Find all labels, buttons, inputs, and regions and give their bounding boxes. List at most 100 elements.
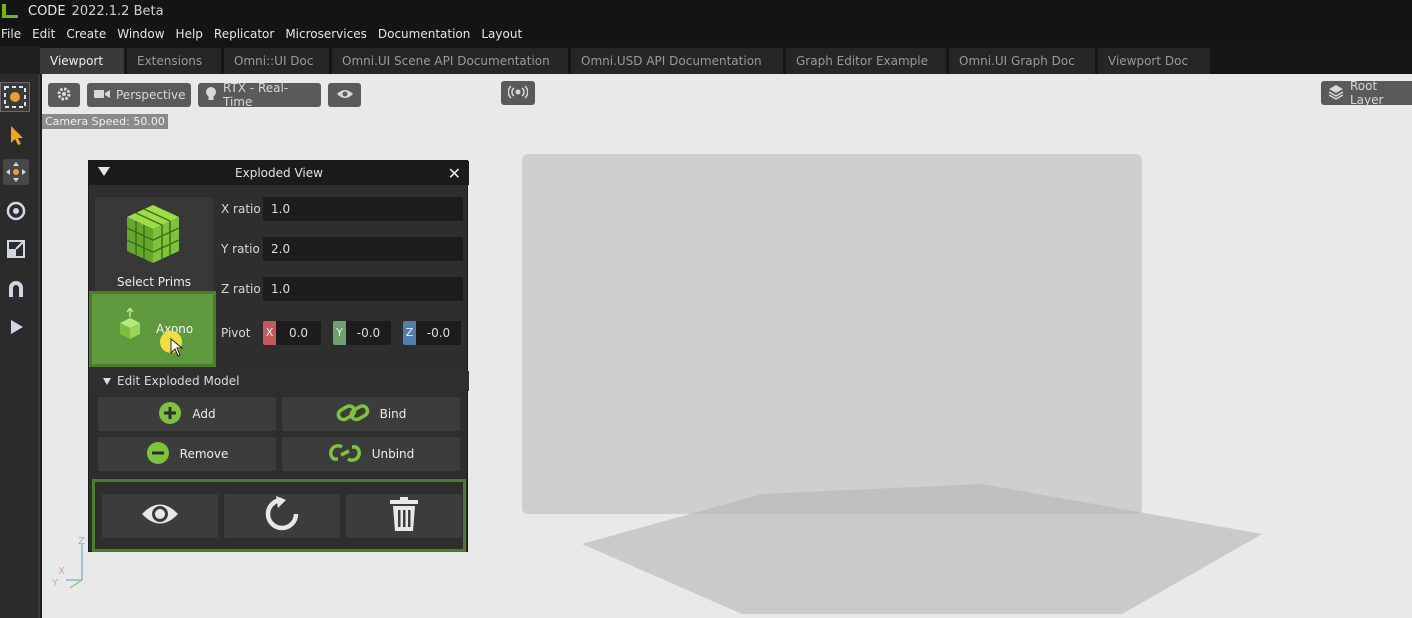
eye-icon	[336, 88, 354, 103]
reset-button[interactable]	[224, 494, 340, 538]
unbind-button[interactable]: Unbind	[282, 437, 460, 471]
axis-x-label: X	[58, 566, 65, 577]
app-version: 2022.1.2 Beta	[71, 3, 164, 19]
close-icon[interactable]: ✕	[448, 164, 461, 183]
menu-layout[interactable]: Layout	[481, 27, 522, 41]
pivot-x-field[interactable]: 0.0	[276, 321, 321, 345]
refresh-icon	[264, 496, 300, 536]
lightbulb-icon	[205, 86, 217, 105]
menu-microservices[interactable]: Microservices	[285, 27, 367, 41]
edit-exploded-model-header[interactable]: Edit Exploded Model	[89, 371, 469, 391]
pivot-x-tag: X	[263, 321, 276, 345]
perspective-camera-button[interactable]: Perspective	[87, 83, 191, 107]
axis-y-label: Y	[52, 578, 59, 589]
y-ratio-label: Y ratio	[221, 242, 260, 256]
snap-magnet-icon[interactable]	[3, 276, 29, 302]
tab-graph-editor-example[interactable]: Graph Editor Example	[786, 48, 946, 74]
exploded-view-panel: Exploded View ✕ Select Prims Axono X rat…	[88, 160, 469, 552]
select-prims-label: Select Prims	[116, 275, 192, 289]
pivot-y-tag: Y	[333, 321, 346, 345]
video-camera-icon	[94, 88, 110, 103]
cube-grid-icon	[123, 203, 183, 269]
menu-replicator[interactable]: Replicator	[214, 27, 274, 41]
section-label: Edit Exploded Model	[117, 374, 240, 388]
panel-title: Exploded View	[235, 166, 323, 180]
plus-circle-icon	[158, 401, 182, 428]
remove-button[interactable]: Remove	[98, 437, 276, 471]
z-ratio-field[interactable]: 1.0	[263, 277, 463, 301]
scene-placeholder	[522, 154, 1142, 514]
eye-icon	[140, 501, 180, 531]
scale-icon[interactable]	[3, 236, 29, 262]
collapse-triangle-icon[interactable]	[98, 167, 110, 176]
viewport-settings-button[interactable]	[48, 83, 80, 107]
tab-omni-ui-scene-api[interactable]: Omni.UI Scene API Documentation	[332, 48, 568, 74]
trash-icon	[389, 497, 419, 535]
axis-z-label: Z	[78, 536, 85, 547]
tab-extensions[interactable]: Extensions	[127, 48, 221, 74]
bind-button[interactable]: Bind	[282, 397, 460, 431]
menu-create[interactable]: Create	[66, 27, 106, 41]
menu-edit[interactable]: Edit	[32, 27, 55, 41]
layers-icon	[1328, 84, 1344, 103]
collapse-arrow-icon	[103, 377, 111, 385]
add-label: Add	[192, 407, 216, 421]
broadcast-icon	[507, 84, 529, 102]
tab-omni-ui-graph-doc[interactable]: Omni.UI Graph Doc	[949, 48, 1095, 74]
render-mode-button[interactable]: RTX - Real-Time	[198, 81, 321, 109]
unbind-label: Unbind	[371, 447, 415, 461]
z-ratio-label: Z ratio	[221, 282, 261, 296]
nvidia-logo-icon	[2, 4, 18, 18]
link-icon	[336, 401, 370, 428]
delete-button[interactable]	[346, 494, 462, 538]
live-sync-button[interactable]	[501, 81, 535, 105]
panel-header: Exploded View ✕	[89, 161, 469, 185]
y-ratio-row: Y ratio 2.0	[221, 236, 463, 262]
tab-omni-ui-doc[interactable]: Omni::UI Doc	[224, 48, 329, 74]
unlink-icon	[328, 441, 362, 468]
x-ratio-field[interactable]: 1.0	[263, 197, 463, 221]
title-bar: CODE 2022.1.2 Beta	[0, 0, 1412, 22]
add-button[interactable]: Add	[98, 397, 276, 431]
y-ratio-field[interactable]: 2.0	[263, 237, 463, 261]
render-mode-label: RTX - Real-Time	[223, 81, 289, 109]
left-toolbar	[0, 74, 40, 618]
bind-label: Bind	[379, 407, 407, 421]
app-name: CODE	[28, 3, 66, 19]
axis-gizmo: Z X Y	[52, 536, 92, 594]
preview-button[interactable]	[102, 494, 218, 538]
root-layer-button[interactable]: Root Layer	[1321, 79, 1412, 107]
visibility-button[interactable]	[328, 83, 361, 107]
menu-file[interactable]: File	[1, 27, 21, 41]
tab-omni-usd-api[interactable]: Omni.USD API Documentation	[571, 48, 783, 74]
menu-bar: File Edit Create Window Help Replicator …	[0, 22, 1412, 46]
minus-circle-icon	[146, 441, 170, 468]
tab-bar: Viewport Extensions Omni::UI Doc Omni.UI…	[40, 46, 1412, 74]
mouse-cursor-icon	[170, 337, 184, 362]
camera-speed-readout: Camera Speed: 50.00	[42, 114, 168, 129]
menu-window[interactable]: Window	[117, 27, 164, 41]
pivot-z-field[interactable]: -0.0	[416, 321, 461, 345]
menu-help[interactable]: Help	[176, 27, 203, 41]
bottom-actions-bar	[92, 479, 466, 552]
perspective-label: Perspective	[116, 88, 186, 102]
tab-viewport[interactable]: Viewport	[40, 48, 124, 74]
move-icon[interactable]	[3, 159, 29, 185]
rotate-icon[interactable]	[3, 198, 29, 224]
scene-shadow	[582, 484, 1262, 614]
pivot-label: Pivot	[221, 326, 251, 340]
tab-viewport-doc[interactable]: Viewport Doc	[1098, 48, 1210, 74]
select-mode-icon[interactable]	[0, 82, 30, 112]
play-icon[interactable]	[3, 314, 29, 340]
x-ratio-row: X ratio 1.0	[221, 196, 463, 222]
pivot-y-field[interactable]: -0.0	[346, 321, 391, 345]
z-ratio-row: Z ratio 1.0	[221, 276, 463, 302]
select-prims-button[interactable]: Select Prims	[95, 197, 213, 293]
pivot-z-tag: Z	[403, 321, 416, 345]
pivot-row: Pivot X 0.0 Y -0.0 Z -0.0	[221, 321, 461, 345]
app-title: CODE 2022.1.2 Beta	[28, 4, 164, 19]
select-icon[interactable]	[3, 122, 29, 148]
menu-documentation[interactable]: Documentation	[378, 27, 471, 41]
axono-button[interactable]: Axono	[89, 291, 216, 367]
x-ratio-label: X ratio	[221, 202, 261, 216]
